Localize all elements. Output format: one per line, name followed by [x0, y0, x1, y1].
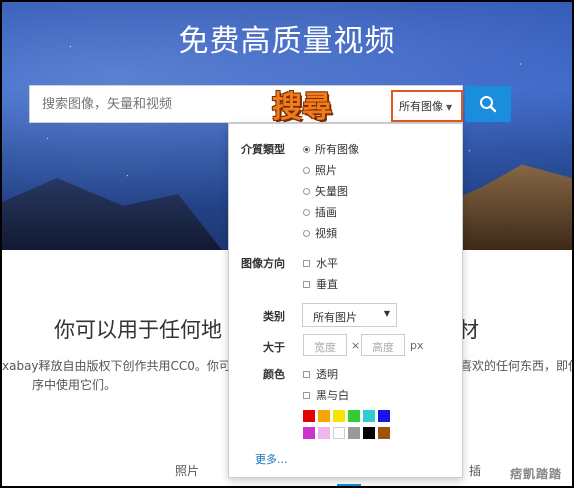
option-label: 所有图像 [315, 143, 359, 156]
category-label: 类别 [263, 310, 285, 323]
color-swatch[interactable] [303, 427, 315, 439]
media-type-option-vector[interactable]: 矢量图 [303, 183, 348, 199]
description-line2: 序中使用它们。 [32, 378, 117, 392]
checkbox[interactable] [303, 391, 310, 399]
color-swatch[interactable] [378, 427, 390, 439]
media-type-label: 介質類型 [241, 143, 285, 156]
color-swatch[interactable] [348, 427, 360, 439]
checkbox[interactable] [303, 370, 310, 378]
description-line1-left: xabay释放自由版权下创作共用CC0。你可 [2, 359, 231, 373]
tab-active-indicator [337, 484, 361, 486]
checkbox[interactable] [303, 259, 310, 267]
orientation-option-horizontal[interactable]: 水平 [303, 255, 338, 271]
height-input[interactable]: 高度 [361, 334, 405, 356]
option-label: 矢量图 [315, 185, 348, 198]
annotation-label: 搜尋 [272, 90, 332, 125]
chevron-down-icon: ▼ [383, 309, 390, 318]
tab-photos[interactable]: 照片 [175, 462, 199, 479]
media-type-select-value: 所有图像 [399, 100, 443, 113]
category-select[interactable]: 所有图片 ▼ [302, 303, 397, 327]
hero-title: 免费高质量视频 [178, 24, 396, 59]
width-input[interactable]: 宽度 [303, 334, 347, 356]
color-swatch[interactable] [318, 410, 330, 422]
option-label: 黑与白 [316, 389, 349, 402]
media-type-option-illustration[interactable]: 插画 [303, 204, 337, 220]
color-option-transparent[interactable]: 透明 [303, 366, 338, 382]
radio[interactable] [303, 208, 310, 216]
color-swatch[interactable] [303, 410, 315, 422]
page-frame: 免费高质量视频 搜尋 所有图像▼ 你可以用于任何地 材 xabay释放自由版权下… [0, 0, 574, 488]
media-type-option-photo[interactable]: 照片 [303, 162, 337, 178]
option-label: 透明 [316, 368, 338, 381]
color-option-black-white[interactable]: 黑与白 [303, 387, 349, 403]
radio[interactable] [303, 229, 310, 237]
watermark: 痞凱踏踏 [509, 467, 562, 481]
times-symbol: × [351, 339, 361, 352]
option-label: 视頻 [315, 227, 337, 240]
radio[interactable] [303, 166, 310, 174]
color-swatch[interactable] [333, 410, 345, 422]
color-swatch[interactable] [378, 410, 390, 422]
color-swatch[interactable] [363, 427, 375, 439]
orientation-option-vertical[interactable]: 垂直 [303, 276, 338, 292]
description-line1-right: 喜欢的任何东西，即使 [460, 359, 574, 373]
option-label: 垂直 [316, 278, 338, 291]
media-type-option-video[interactable]: 视頻 [303, 225, 337, 241]
media-type-select[interactable]: 所有图像 ▼ [391, 90, 463, 122]
color-swatch[interactable] [363, 410, 375, 422]
chevron-down-icon: ▼ [446, 103, 453, 112]
search-input[interactable] [42, 96, 292, 111]
radio[interactable] [303, 187, 310, 195]
media-type-option-all[interactable]: 所有图像 [303, 141, 359, 157]
search-button[interactable] [465, 86, 511, 122]
size-label: 大于 [263, 341, 285, 354]
color-swatch[interactable] [318, 427, 330, 439]
search-filter-dropdown: 介質類型 所有图像 照片 矢量图 插画 视頻 图像方向 水平 垂直 类别 所有图… [228, 123, 463, 478]
option-label: 水平 [316, 257, 338, 270]
radio-selected[interactable] [303, 145, 310, 153]
color-swatch[interactable] [333, 427, 345, 439]
headline-left: 你可以用于任何地 [54, 318, 222, 342]
more-link[interactable]: 更多... [255, 451, 288, 467]
search-icon [480, 96, 497, 113]
color-label: 颜色 [263, 368, 285, 381]
option-label: 照片 [315, 164, 337, 177]
unit-label: px [410, 339, 424, 352]
category-select-value: 所有图片 [313, 311, 357, 324]
option-label: 插画 [315, 206, 337, 219]
tab-right[interactable]: 插 [469, 462, 481, 479]
checkbox[interactable] [303, 280, 310, 288]
orientation-label: 图像方向 [241, 257, 285, 270]
color-swatch[interactable] [348, 410, 360, 422]
